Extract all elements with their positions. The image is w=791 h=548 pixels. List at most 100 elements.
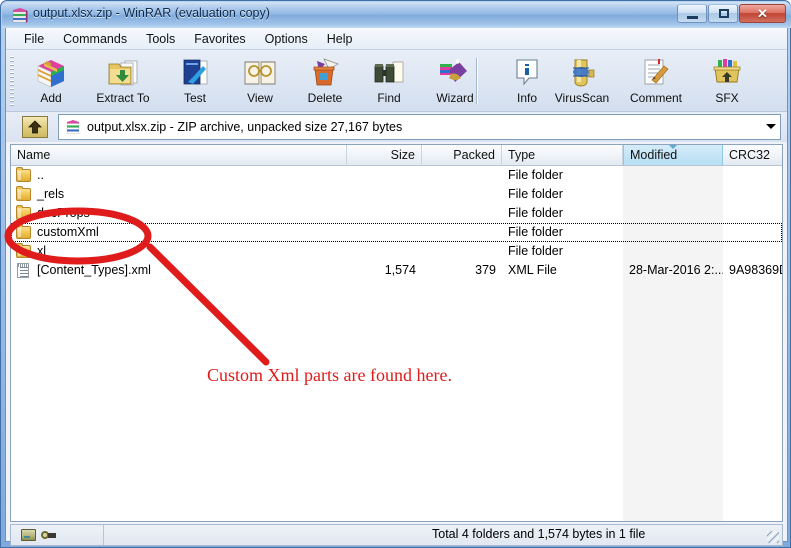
cell-size: 1,574: [384, 263, 416, 277]
column-header-crc32[interactable]: CRC32: [723, 145, 782, 165]
cell-modified: [623, 185, 723, 204]
table-row[interactable]: docProps File folder: [11, 204, 782, 223]
path-bar: output.xlsx.zip - ZIP archive, unpacked …: [6, 112, 787, 142]
table-row[interactable]: _rels File folder: [11, 185, 782, 204]
chevron-down-icon[interactable]: [766, 124, 776, 129]
cell-name: ..: [37, 168, 44, 182]
cell-type: File folder: [508, 225, 563, 239]
toolbar-view-button[interactable]: View: [229, 54, 291, 110]
title-bar: output.xlsx.zip - WinRAR (evaluation cop…: [2, 2, 791, 28]
toolbar-extract-to-button[interactable]: Extract To: [85, 54, 161, 110]
client-area: File Commands Tools Favorites Options He…: [5, 28, 788, 546]
wizard-hat-icon: [437, 56, 473, 90]
info-icon: [509, 56, 545, 90]
toolbar-virusscan-button[interactable]: VirusScan: [546, 54, 618, 110]
column-header-modified-label: Modified: [630, 148, 678, 162]
table-row[interactable]: .. File folder: [11, 166, 782, 185]
toolbar-add-button[interactable]: Add: [20, 54, 82, 110]
menu-options[interactable]: Options: [256, 30, 317, 48]
sort-ascending-icon: [669, 145, 677, 149]
up-arrow-icon: [28, 120, 42, 134]
zip-archive-icon: [66, 120, 80, 134]
menu-help[interactable]: Help: [318, 30, 362, 48]
menu-tools[interactable]: Tools: [137, 30, 184, 48]
cell-crc32: [723, 242, 782, 261]
archive-path-combo[interactable]: output.xlsx.zip - ZIP archive, unpacked …: [58, 114, 781, 140]
toolbar-sfx-button[interactable]: SFX: [696, 54, 758, 110]
cell-crc32: [723, 185, 782, 204]
column-header-packed[interactable]: Packed: [422, 145, 502, 165]
virusscan-icon: [564, 56, 600, 90]
status-icons-pane: [11, 525, 104, 545]
file-list[interactable]: Name Size Packed Type Modified CRC32 ..: [10, 144, 783, 522]
minimize-button[interactable]: [677, 4, 707, 23]
status-text: Total 4 folders and 1,574 bytes in 1 fil…: [432, 527, 646, 541]
close-button[interactable]: ✕: [739, 4, 786, 23]
toolbar-find-button[interactable]: Find: [358, 54, 420, 110]
archive-path-text: output.xlsx.zip - ZIP archive, unpacked …: [87, 120, 403, 134]
table-row[interactable]: [Content_Types].xml 1,574 379 XML File 2…: [11, 261, 782, 280]
add-archive-icon: [33, 56, 69, 90]
menu-commands[interactable]: Commands: [54, 30, 136, 48]
menu-favorites[interactable]: Favorites: [185, 30, 254, 48]
sfx-box-icon: [709, 56, 745, 90]
window-controls: ✕: [677, 4, 786, 23]
menu-file[interactable]: File: [15, 30, 53, 48]
minimize-icon: [687, 16, 698, 19]
cell-name: docProps: [37, 206, 90, 220]
resize-grip[interactable]: [767, 531, 779, 543]
column-header-modified[interactable]: Modified: [623, 145, 723, 165]
table-row[interactable]: xl File folder: [11, 242, 782, 261]
view-book-icon: [242, 56, 278, 90]
cell-packed: [422, 223, 502, 242]
delete-bin-icon: [307, 56, 343, 90]
cell-name: _rels: [37, 187, 65, 201]
toolbar-comment-button[interactable]: Comment: [621, 54, 691, 110]
column-header-name[interactable]: Name: [11, 145, 347, 165]
toolbar-delete-label: Delete: [307, 91, 343, 105]
window-title: output.xlsx.zip - WinRAR (evaluation cop…: [33, 6, 270, 20]
cell-crc32: [723, 204, 782, 223]
cell-modified: [623, 223, 723, 242]
cell-crc32: [723, 223, 782, 242]
cell-size: [347, 166, 422, 185]
column-header-size[interactable]: Size: [347, 145, 422, 165]
toolbar-find-label: Find: [377, 91, 401, 105]
toolbar-test-button[interactable]: Test: [164, 54, 226, 110]
cell-crc32: [723, 166, 782, 185]
cell-name: xl: [37, 244, 47, 258]
toolbar-grip[interactable]: [10, 56, 14, 106]
cell-name: [Content_Types].xml: [37, 263, 151, 277]
cell-size: [347, 242, 422, 261]
cell-crc32: 9A98369D: [729, 263, 782, 277]
toolbar-test-label: Test: [183, 91, 206, 105]
toolbar-extract-to-label: Extract To: [96, 91, 150, 105]
up-one-level-button[interactable]: [22, 116, 48, 138]
cell-type: File folder: [508, 168, 563, 182]
cell-type: File folder: [508, 187, 563, 201]
cell-packed: [422, 242, 502, 261]
table-row[interactable]: customXml File folder: [11, 223, 782, 242]
cell-packed: 379: [475, 263, 496, 277]
cell-modified: [623, 242, 723, 261]
cell-type: XML File: [508, 263, 557, 277]
status-bar: Total 4 folders and 1,574 bytes in 1 fil…: [10, 524, 783, 546]
cell-size: [347, 204, 422, 223]
toolbar-separator: [476, 58, 478, 104]
file-list-header: Name Size Packed Type Modified CRC32: [11, 145, 782, 166]
cell-type: File folder: [508, 206, 563, 220]
test-icon: [177, 56, 213, 90]
column-header-type[interactable]: Type: [502, 145, 623, 165]
toolbar-delete-button[interactable]: Delete: [294, 54, 356, 110]
main-toolbar: Add Extract To Test View Delete Find Wiz…: [6, 50, 787, 112]
extract-to-icon: [105, 56, 141, 90]
maximize-icon: [719, 9, 729, 18]
cell-name: customXml: [37, 225, 99, 239]
cell-packed: [422, 185, 502, 204]
maximize-button[interactable]: [708, 4, 738, 23]
cell-packed: [422, 204, 502, 223]
cell-modified: 28-Mar-2016 2:...: [629, 263, 723, 277]
toolbar-add-label: Add: [40, 91, 62, 105]
toolbar-view-label: View: [247, 91, 273, 105]
winrar-window: output.xlsx.zip - WinRAR (evaluation cop…: [0, 0, 791, 548]
